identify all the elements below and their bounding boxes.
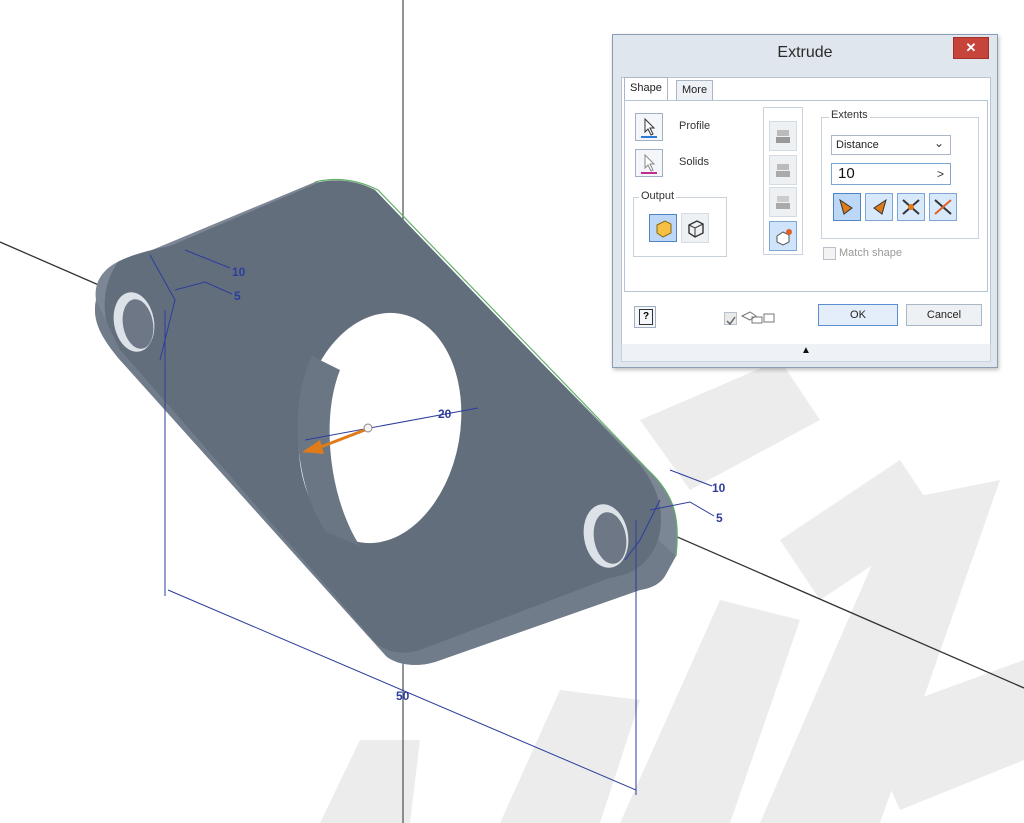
surface-cube-icon	[688, 220, 704, 238]
profile-select-button[interactable]	[635, 113, 663, 141]
dialog-title: Extrude	[777, 44, 833, 61]
tab-shape[interactable]: Shape	[624, 77, 668, 100]
direction-symmetric-button[interactable]	[897, 193, 925, 221]
direction-default-icon	[839, 198, 853, 215]
intersect-button[interactable]	[769, 187, 797, 217]
match-shape-checkbox[interactable]	[823, 247, 836, 260]
solids-label: Solids	[679, 156, 709, 168]
preview-icon	[740, 308, 780, 331]
dim-offset-left[interactable]: 5	[234, 289, 241, 303]
solids-select-button[interactable]	[635, 149, 663, 177]
new-solid-button[interactable]	[769, 221, 797, 251]
checkmark-icon	[726, 316, 736, 326]
cut-icon	[776, 164, 790, 177]
profile-label: Profile	[679, 120, 711, 132]
new-solid-icon	[776, 229, 792, 246]
dialog-body: Shape More Profile Solids Output Extents…	[621, 77, 991, 347]
extents-type-value: Distance	[836, 139, 879, 151]
output-solid-button[interactable]	[649, 214, 677, 242]
help-button[interactable]: ?	[634, 306, 656, 328]
chevron-down-icon: ⌄	[933, 136, 944, 150]
cut-button[interactable]	[769, 155, 797, 185]
solid-cube-icon	[656, 220, 672, 238]
distance-input[interactable]: 10 >	[831, 163, 951, 185]
dim-offset-right[interactable]: 5	[716, 511, 723, 525]
direction-default-button[interactable]	[833, 193, 861, 221]
cancel-button[interactable]: Cancel	[906, 304, 982, 326]
output-title: Output	[639, 190, 677, 202]
extents-type-select[interactable]: Distance ⌄	[831, 135, 951, 155]
dialog-expand-bar[interactable]: ▲	[621, 344, 991, 362]
ok-button[interactable]: OK	[818, 304, 898, 326]
join-icon	[776, 130, 790, 143]
dialog-titlebar[interactable]: Extrude ✕	[613, 35, 997, 73]
shape-tab-panel: Profile Solids Output Extents Distance ⌄…	[624, 100, 988, 292]
direction-asymmetric-button[interactable]	[929, 193, 957, 221]
extents-title: Extents	[829, 109, 870, 121]
dim-thickness-left[interactable]: 10	[232, 265, 246, 279]
output-group	[633, 197, 727, 257]
distance-value: 10	[838, 165, 855, 182]
tab-more[interactable]: More	[676, 80, 714, 100]
dim-hole-diameter[interactable]: 20	[438, 407, 452, 421]
extrude-dialog: Extrude ✕ Shape More Profile Solids Outp…	[612, 34, 998, 368]
direction-flipped-icon	[873, 198, 887, 215]
dim-overall-length[interactable]: 50	[396, 689, 410, 703]
direction-symmetric-icon	[902, 199, 920, 215]
distance-more-arrow[interactable]: >	[937, 164, 944, 184]
cursor-arrow-icon	[641, 117, 657, 138]
output-surface-button[interactable]	[681, 213, 709, 243]
dim-thickness-right[interactable]: 10	[712, 481, 726, 495]
extruded-part[interactable]	[95, 179, 678, 665]
direction-flipped-button[interactable]	[865, 193, 893, 221]
intersect-icon	[776, 196, 790, 209]
match-shape-label: Match shape	[839, 247, 902, 259]
close-button[interactable]: ✕	[953, 37, 989, 59]
join-button[interactable]	[769, 121, 797, 151]
preview-checkbox[interactable]	[724, 312, 737, 326]
cursor-arrow-icon	[641, 153, 657, 174]
expand-arrow-icon: ▲	[801, 345, 811, 356]
direction-asymmetric-icon	[934, 199, 952, 215]
help-icon: ?	[639, 309, 653, 325]
